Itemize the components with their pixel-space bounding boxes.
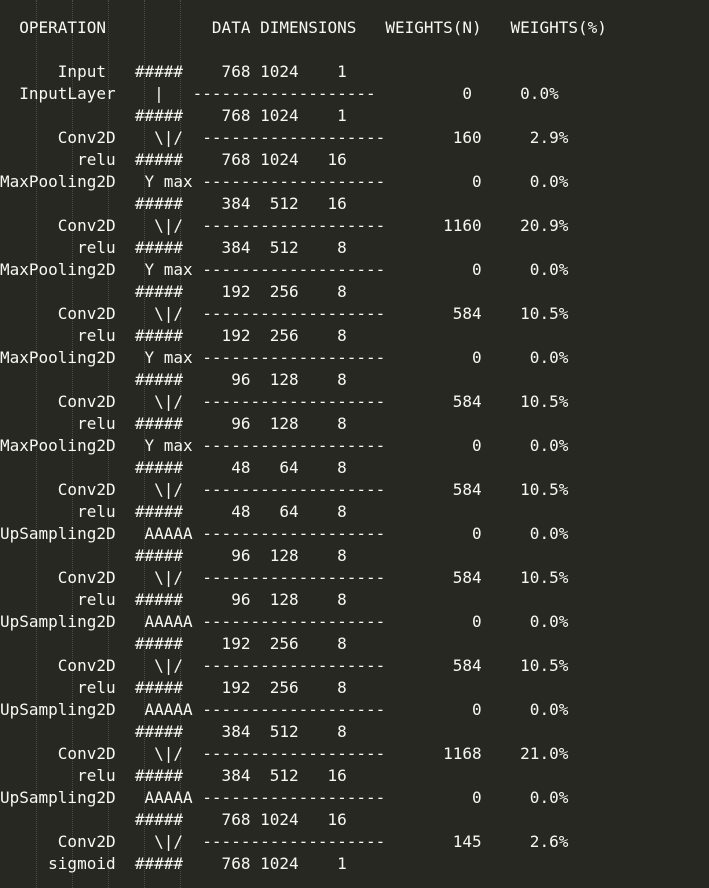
summary-line: ##### 192 256 8 [0,634,347,653]
summary-line: Conv2D \|/ ------------------- 584 10.5% [0,568,569,587]
summary-line: relu ##### 192 256 8 [0,678,347,697]
summary-line: Conv2D \|/ ------------------- 145 2.6% [0,832,569,851]
summary-line: relu ##### 96 128 8 [0,414,347,433]
summary-line: ##### 384 512 8 [0,722,347,741]
summary-line: Conv2D \|/ ------------------- 584 10.5% [0,656,569,675]
summary-line: ##### 96 128 8 [0,370,347,389]
editor-pane[interactable]: OPERATION DATA DIMENSIONS WEIGHTS(N) WEI… [0,0,709,888]
summary-line: MaxPooling2D Y max ------------------- 0… [0,260,569,279]
summary-line: MaxPooling2D Y max ------------------- 0… [0,436,569,455]
summary-line: relu ##### 48 64 8 [0,502,347,521]
model-summary-text[interactable]: OPERATION DATA DIMENSIONS WEIGHTS(N) WEI… [0,17,607,875]
summary-line: relu ##### 384 512 8 [0,238,347,257]
summary-line: ##### 96 128 8 [0,546,347,565]
summary-line: UpSampling2D AAAAA ------------------- 0… [0,788,569,807]
summary-line: Conv2D \|/ ------------------- 584 10.5% [0,480,569,499]
summary-line: relu ##### 768 1024 16 [0,150,347,169]
summary-line: Conv2D \|/ ------------------- 584 10.5% [0,304,569,323]
summary-line: Conv2D \|/ ------------------- 1168 21.0… [0,744,569,763]
summary-line: MaxPooling2D Y max ------------------- 0… [0,172,569,191]
summary-line: OPERATION DATA DIMENSIONS WEIGHTS(N) WEI… [0,18,607,37]
summary-line: ##### 768 1024 1 [0,106,347,125]
summary-line: MaxPooling2D Y max ------------------- 0… [0,348,569,367]
summary-line: Conv2D \|/ ------------------- 160 2.9% [0,128,569,147]
summary-line: relu ##### 384 512 16 [0,766,347,785]
summary-line: ##### 48 64 8 [0,458,347,477]
summary-line: relu ##### 192 256 8 [0,326,347,345]
summary-line [0,39,607,61]
summary-line: UpSampling2D AAAAA ------------------- 0… [0,700,569,719]
summary-line: InputLayer | ------------------- 0 0.0% [0,84,559,103]
summary-line: sigmoid ##### 768 1024 1 [0,854,347,873]
summary-line: Input ##### 768 1024 1 [0,62,347,81]
summary-line: UpSampling2D AAAAA ------------------- 0… [0,612,569,631]
summary-line: relu ##### 96 128 8 [0,590,347,609]
summary-line: Conv2D \|/ ------------------- 1160 20.9… [0,216,569,235]
summary-line: UpSampling2D AAAAA ------------------- 0… [0,524,569,543]
summary-line: Conv2D \|/ ------------------- 584 10.5% [0,392,569,411]
summary-line: ##### 192 256 8 [0,282,347,301]
summary-line: ##### 768 1024 16 [0,810,347,829]
summary-line: ##### 384 512 16 [0,194,347,213]
